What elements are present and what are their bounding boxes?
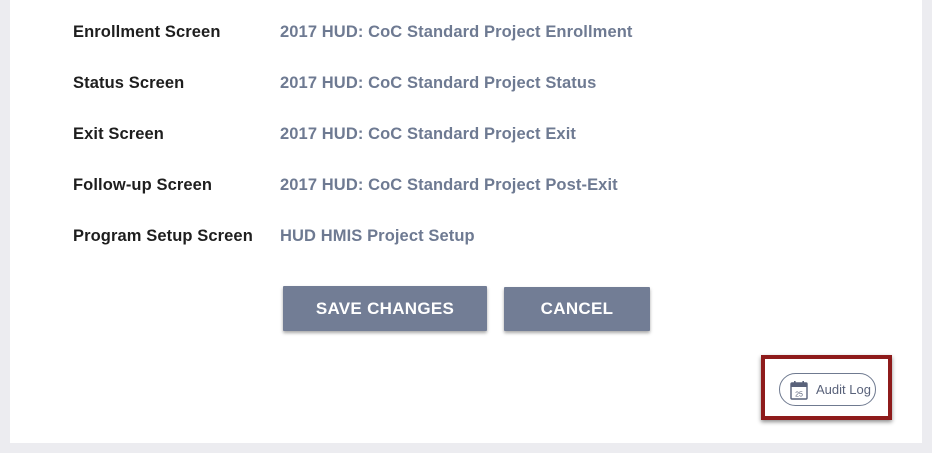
setting-label: Enrollment Screen: [73, 22, 221, 41]
audit-log-button[interactable]: 25 Audit Log: [779, 373, 876, 406]
setting-value-link[interactable]: 2017 HUD: CoC Standard Project Enrollmen…: [280, 23, 633, 42]
setting-value-link[interactable]: 2017 HUD: CoC Standard Project Post-Exit: [280, 176, 618, 195]
setting-row-enrollment: Enrollment Screen 2017 HUD: CoC Standard…: [73, 20, 873, 44]
setting-row-followup: Follow-up Screen 2017 HUD: CoC Standard …: [73, 173, 873, 197]
setting-row-status: Status Screen 2017 HUD: CoC Standard Pro…: [73, 71, 873, 95]
save-changes-button[interactable]: SAVE CHANGES: [283, 286, 487, 331]
calendar-day-text: 25: [795, 391, 803, 398]
setting-label: Status Screen: [73, 73, 185, 92]
setting-label: Follow-up Screen: [73, 175, 213, 194]
cancel-button[interactable]: CANCEL: [504, 287, 650, 331]
setting-label: Program Setup Screen: [73, 226, 253, 245]
setting-label: Exit Screen: [73, 124, 164, 143]
setting-value-link[interactable]: 2017 HUD: CoC Standard Project Exit: [280, 125, 576, 144]
setting-value-link[interactable]: 2017 HUD: CoC Standard Project Status: [280, 74, 596, 93]
setting-row-program-setup: Program Setup Screen HUD HMIS Project Se…: [73, 224, 873, 248]
setting-value-link[interactable]: HUD HMIS Project Setup: [280, 227, 475, 246]
audit-log-label: Audit Log: [816, 382, 871, 397]
setting-row-exit: Exit Screen 2017 HUD: CoC Standard Proje…: [73, 122, 873, 146]
calendar-icon: 25: [790, 380, 808, 400]
